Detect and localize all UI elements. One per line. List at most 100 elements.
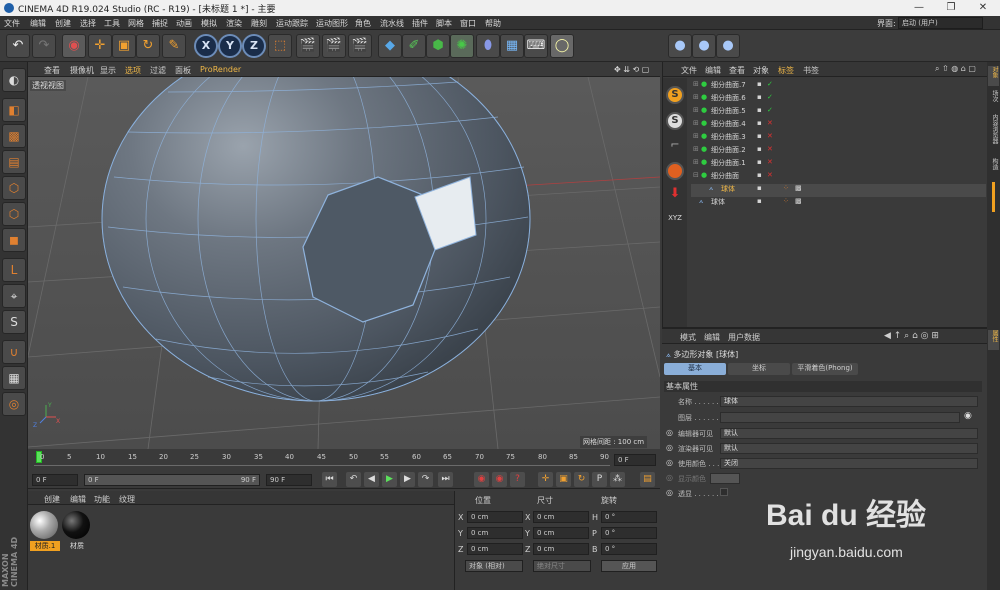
rot-p-field[interactable]: 0 °: [601, 527, 657, 539]
workplane-mode-icon[interactable]: ▤: [2, 150, 26, 174]
cloner-icon[interactable]: ✺: [450, 34, 474, 58]
object-visibility-icon[interactable]: ▪: [757, 132, 762, 140]
vp-navigation-icon[interactable]: ✥ ⇊ ⟲ ▢: [614, 65, 649, 74]
tab-coord[interactable]: 坐标: [728, 363, 790, 375]
phong-tag-icon[interactable]: ⁘: [783, 197, 789, 205]
menu-simulate[interactable]: 模拟: [201, 18, 217, 29]
key-scale-icon[interactable]: ▣: [556, 472, 571, 487]
pos-y-field[interactable]: 0 cm: [467, 527, 523, 539]
object-row[interactable]: ⊞ ● 细分曲面.3 ▪ ✕: [691, 132, 986, 145]
tab-objects[interactable]: 对象: [988, 66, 999, 86]
radio-icon[interactable]: ◎: [666, 473, 673, 482]
snap-settings-icon[interactable]: S: [666, 112, 684, 130]
tab-takes[interactable]: 场次: [988, 90, 999, 110]
obj-menu-tags[interactable]: 标签: [778, 65, 794, 76]
key-position-icon[interactable]: ✛: [538, 472, 553, 487]
tab-attributes[interactable]: 属性: [988, 330, 999, 350]
cube-icon[interactable]: ◆: [378, 34, 402, 58]
size-y-field[interactable]: 0 cm: [533, 527, 589, 539]
rot-b-field[interactable]: 0 °: [601, 543, 657, 555]
keyframe-selection-icon[interactable]: ?: [510, 472, 525, 487]
menu-animate[interactable]: 动画: [176, 18, 192, 29]
redo-icon[interactable]: ↷: [32, 34, 56, 58]
object-visibility-icon[interactable]: ▪: [757, 119, 762, 127]
3d-viewport[interactable]: Y X Z 透视视图 网格间距 : 100 cm: [28, 77, 660, 449]
radio-icon[interactable]: ◎: [666, 428, 673, 437]
play-icon[interactable]: ▶: [382, 472, 397, 487]
recent-tool-icon[interactable]: ✎: [162, 34, 186, 58]
previous-frame-icon[interactable]: ◀: [364, 472, 379, 487]
menu-file[interactable]: 文件: [4, 18, 20, 29]
points-mode-icon[interactable]: ●: [692, 34, 716, 58]
timeline-window-icon[interactable]: ▤: [640, 472, 655, 487]
axis-mode-icon[interactable]: L: [2, 258, 26, 282]
magnet-icon[interactable]: ∪: [2, 340, 26, 364]
object-row[interactable]: ⊞ ● 细分曲面.5 ▪ ✓: [691, 106, 986, 119]
menu-script[interactable]: 脚本: [436, 18, 452, 29]
start-frame-field[interactable]: 0 F: [32, 474, 78, 486]
model-mode-icon[interactable]: ◧: [2, 98, 26, 122]
rot-h-field[interactable]: 0 °: [601, 511, 657, 523]
menu-motion-tracking[interactable]: 运动跟踪: [276, 18, 308, 29]
menu-select[interactable]: 选择: [80, 18, 96, 29]
menu-mesh[interactable]: 网格: [128, 18, 144, 29]
frame-range-slider[interactable]: 0 F 90 F: [84, 474, 260, 486]
object-visibility-icon[interactable]: ▪: [757, 93, 762, 101]
object-row[interactable]: ⊟ ● 细分曲面 ▪ ✕: [691, 171, 986, 184]
object-disabled-icon[interactable]: ✕: [767, 119, 773, 127]
menu-render[interactable]: 渲染: [226, 18, 242, 29]
mat-menu-create[interactable]: 创建: [44, 494, 60, 505]
camera-icon[interactable]: ⌨: [524, 34, 548, 58]
floor-icon[interactable]: ▦: [500, 34, 524, 58]
material-tag-icon[interactable]: ▩: [795, 197, 802, 205]
subdivision-surface-icon[interactable]: ⬢: [426, 34, 450, 58]
tab-phong[interactable]: 平滑着色(Phong): [792, 363, 858, 375]
polygons-icon[interactable]: ◼: [2, 228, 26, 252]
material-item[interactable]: 材质: [62, 511, 92, 553]
guide-icon[interactable]: ⌐: [666, 138, 684, 156]
object-row[interactable]: ⊞ ● 细分曲面.1 ▪ ✕: [691, 158, 986, 171]
object-row[interactable]: ⟑ 球体 ▪ ⁘ ▩: [691, 197, 986, 210]
size-x-field[interactable]: 0 cm: [533, 511, 589, 523]
go-to-end-icon[interactable]: ⏭: [438, 472, 453, 487]
vp-menu-camera[interactable]: 摄像机: [70, 65, 94, 76]
x-axis-lock-icon[interactable]: X: [194, 34, 218, 58]
snap-objects-icon[interactable]: ●: [668, 34, 692, 58]
attr-menu-edit[interactable]: 编辑: [704, 332, 720, 343]
menu-mograph[interactable]: 运动图形: [316, 18, 348, 29]
phong-tag-icon[interactable]: ⁘: [783, 184, 789, 192]
render-settings-icon[interactable]: 🎬: [348, 34, 372, 58]
snap-icon[interactable]: S: [2, 310, 26, 334]
coord-mode-select[interactable]: 对象 (相对): [465, 560, 523, 572]
tweak-mode-icon[interactable]: ⌖: [2, 284, 26, 308]
radio-icon[interactable]: ◎: [666, 488, 673, 497]
mat-menu-function[interactable]: 功能: [94, 494, 110, 505]
menu-edit[interactable]: 编辑: [30, 18, 46, 29]
object-disabled-icon[interactable]: ✕: [767, 158, 773, 166]
obj-menu-file[interactable]: 文件: [681, 65, 697, 76]
menu-sculpt[interactable]: 雕刻: [251, 18, 267, 29]
vp-menu-panel[interactable]: 面板: [175, 65, 191, 76]
vp-menu-display[interactable]: 显示: [100, 65, 116, 76]
dynamics-icon[interactable]: ⬇: [666, 186, 684, 208]
lock-workplane-icon[interactable]: ▦: [2, 366, 26, 390]
tab-content-browser[interactable]: 内容浏览器: [988, 114, 999, 154]
render-picture-viewer-icon[interactable]: 🎬: [322, 34, 346, 58]
attr-menu-mode[interactable]: 模式: [680, 332, 696, 343]
xyz-icon[interactable]: XYZ: [666, 214, 684, 236]
object-visibility-icon[interactable]: ▪: [757, 197, 762, 205]
object-row[interactable]: ⊞ ● 细分曲面.6 ▪ ✓: [691, 93, 986, 106]
vp-menu-options[interactable]: 选项: [125, 65, 141, 76]
material-item[interactable]: 材质.1: [30, 511, 60, 553]
layer-pick-icon[interactable]: ◉: [964, 411, 972, 421]
y-axis-lock-icon[interactable]: Y: [218, 34, 242, 58]
obj-menu-edit[interactable]: 编辑: [705, 65, 721, 76]
object-row-selected[interactable]: ⟑ 球体 ▪ ⁘ ▩: [691, 184, 986, 197]
previous-key-icon[interactable]: ↶: [346, 472, 361, 487]
attr-menu-userdata[interactable]: 用户数据: [728, 332, 760, 343]
scroll-indicator[interactable]: [992, 182, 995, 212]
point-snap-icon[interactable]: [666, 162, 684, 180]
deformer-icon[interactable]: ⬮: [476, 34, 500, 58]
object-visibility-icon[interactable]: ▪: [757, 171, 762, 179]
scale-icon[interactable]: ▣: [112, 34, 136, 58]
